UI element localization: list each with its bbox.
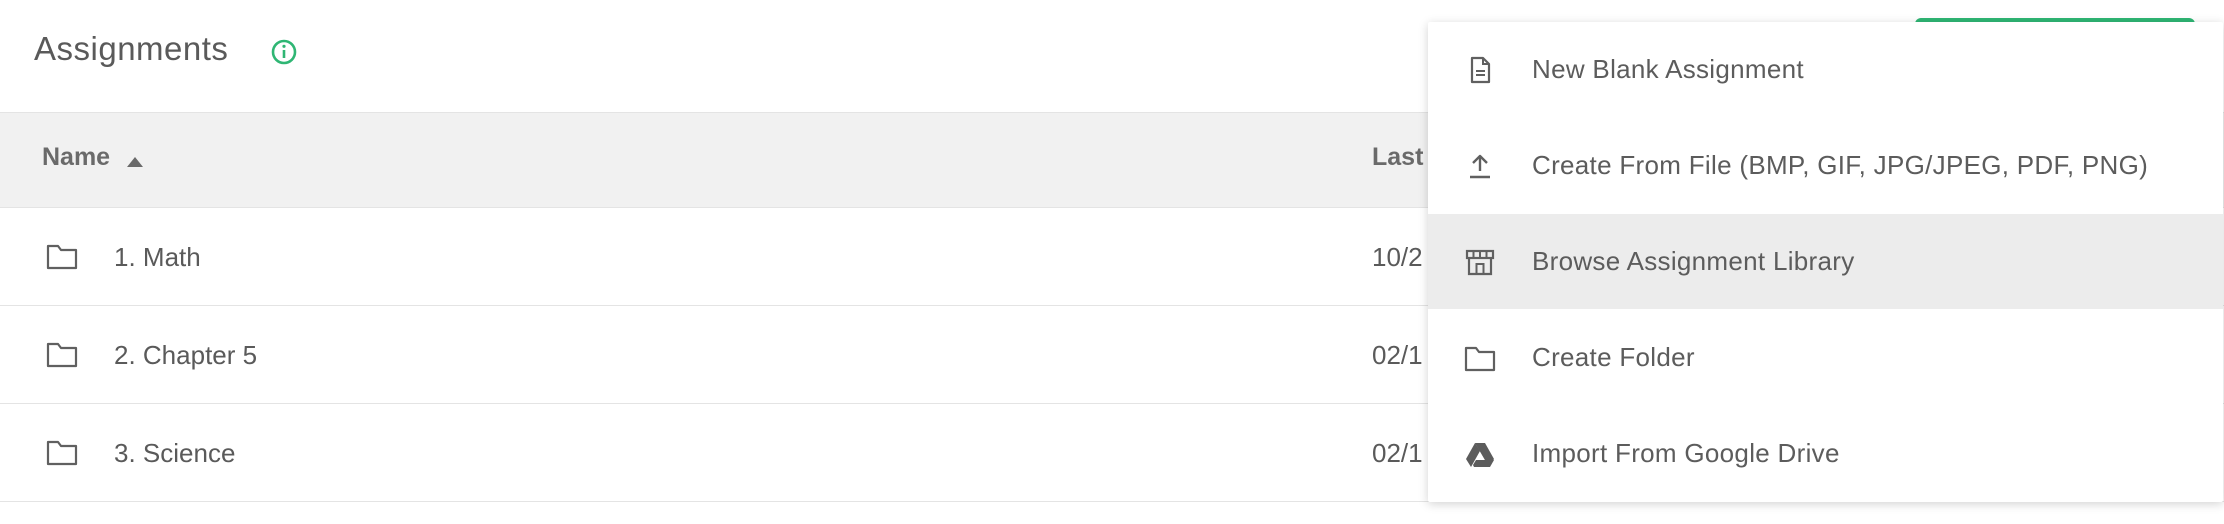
menu-item-label: Create Folder — [1532, 342, 1695, 372]
upload-icon — [1470, 154, 1490, 179]
menu-item-label: Browse Assignment Library — [1532, 246, 1855, 276]
menu-item-browse-assignment-library[interactable]: Browse Assignment Library — [1428, 214, 2223, 309]
menu-item-import-from-google-drive[interactable]: Import From Google Drive — [1428, 406, 2223, 501]
row-date: 02/1 — [1372, 340, 1423, 370]
column-header-last-modified[interactable]: Last — [1372, 143, 1423, 172]
folder-icon — [46, 244, 78, 270]
sort-ascending-icon[interactable] — [127, 157, 143, 167]
menu-item-new-blank-assignment[interactable]: New Blank Assignment — [1428, 22, 2223, 117]
add-menu-dropdown: New Blank Assignment Create From File (B… — [1428, 22, 2223, 502]
menu-item-label: New Blank Assignment — [1532, 54, 1804, 84]
menu-item-create-folder[interactable]: Create Folder — [1428, 310, 2223, 405]
page-title: Assignments — [34, 30, 229, 67]
row-name[interactable]: 2. Chapter 5 — [114, 340, 257, 371]
row-date: 10/2 — [1372, 242, 1423, 272]
info-icon[interactable] — [270, 38, 298, 66]
column-header-name[interactable]: Name — [42, 143, 110, 172]
row-date: 02/1 — [1372, 438, 1423, 468]
menu-item-label: Import From Google Drive — [1532, 438, 1840, 468]
row-name[interactable]: 1. Math — [114, 242, 201, 273]
folder-icon — [1464, 346, 1496, 372]
folder-icon — [46, 342, 78, 368]
store-icon — [1465, 249, 1495, 276]
page: Assignments Name Last 1. Math 10/2 2. Ch… — [0, 0, 2224, 524]
menu-item-label: Create From File (BMP, GIF, JPG/JPEG, PD… — [1532, 150, 2149, 180]
row-name[interactable]: 3. Science — [114, 438, 235, 469]
document-icon — [1470, 56, 1491, 84]
folder-icon — [46, 440, 78, 466]
google-drive-icon — [1466, 443, 1494, 467]
menu-item-create-from-file[interactable]: Create From File (BMP, GIF, JPG/JPEG, PD… — [1428, 118, 2223, 213]
